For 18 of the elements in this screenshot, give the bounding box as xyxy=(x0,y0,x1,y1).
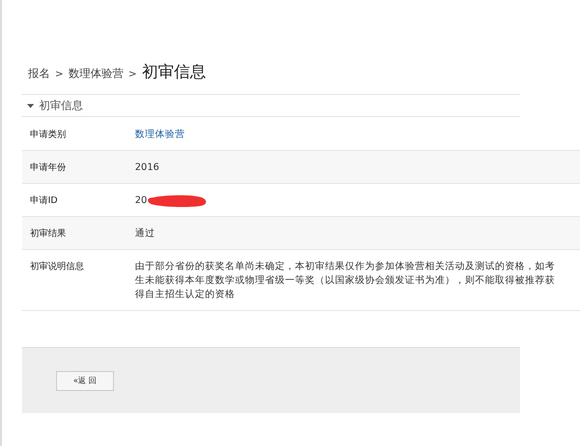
field-label: 申请年份 xyxy=(29,162,67,174)
back-button[interactable]: «返 回 xyxy=(56,370,114,390)
section-title: 初审信息 xyxy=(39,98,83,113)
field-label: 申请类别 xyxy=(29,128,67,141)
field-value: 20 xyxy=(135,194,148,208)
category-link[interactable]: 数理体验营 xyxy=(135,128,185,141)
field-value: 通过 xyxy=(135,227,155,241)
field-label: 申请ID xyxy=(29,194,59,207)
field-label: 初审说明信息 xyxy=(29,260,85,273)
field-value: 由于部分省份的获奖名单尚未确定，本初审结果仅作为参加体验营相关活动及测试的资格，如考生未能获得本年度数学或物理省级一等奖（以国家级协会颁发证书为准），则不能取得被推荐获得自主招生认定的资格 xyxy=(135,260,556,302)
breadcrumb-separator: > xyxy=(128,69,137,80)
breadcrumb-link[interactable]: 报名 xyxy=(28,66,50,81)
field-value: 2016 xyxy=(135,161,160,175)
page-title: 初审信息 xyxy=(142,62,206,83)
breadcrumb-separator: > xyxy=(55,69,64,80)
breadcrumb-link[interactable]: 数理体验营 xyxy=(68,66,124,81)
field-label: 初审结果 xyxy=(29,228,67,240)
caret-icon[interactable] xyxy=(27,104,34,108)
